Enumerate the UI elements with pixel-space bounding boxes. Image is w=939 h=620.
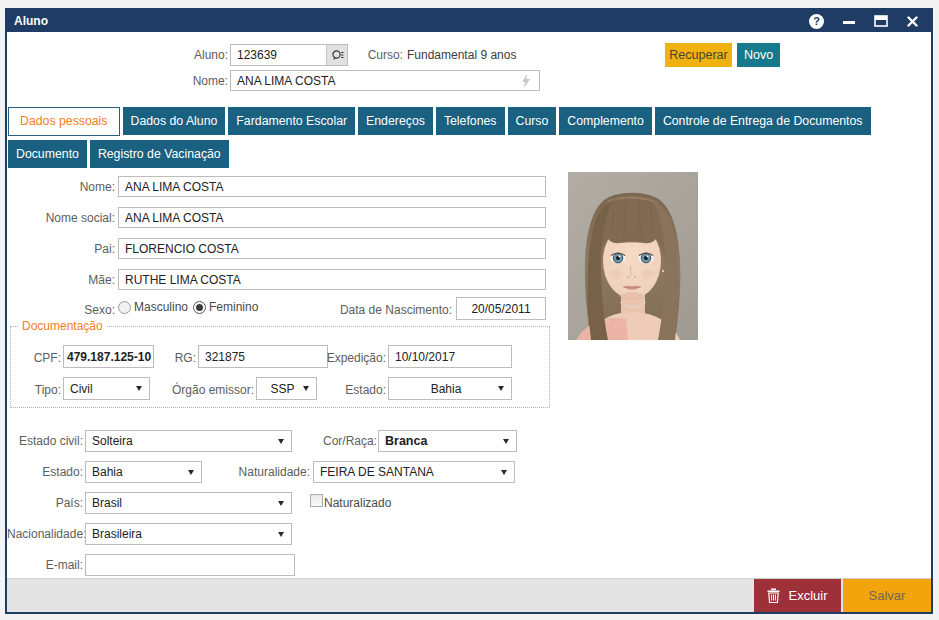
nome-social-label: Nome social: xyxy=(7,211,115,225)
cpf-label: CPF: xyxy=(11,351,61,365)
tab-fardamento-escolar[interactable]: Fardamento Escolar xyxy=(228,107,355,135)
radio-feminino-label: Feminino xyxy=(209,300,258,314)
nacionalidade-select[interactable]: Brasileira xyxy=(85,523,292,545)
naturalizado-checkbox[interactable] xyxy=(310,494,323,507)
trash-icon xyxy=(767,588,780,603)
dropdown-arrow-icon xyxy=(136,386,142,391)
lightning-icon xyxy=(521,74,531,88)
search-icon[interactable] xyxy=(326,45,347,65)
salvar-button[interactable]: Salvar xyxy=(843,579,931,612)
tab-dados-do-aluno[interactable]: Dados do Aluno xyxy=(123,107,226,135)
orgao-emissor-select[interactable]: SSP xyxy=(256,377,317,400)
mae-input[interactable]: RUTHE LIMA COSTA xyxy=(118,269,546,290)
close-icon[interactable] xyxy=(907,16,918,27)
pais-label: País: xyxy=(7,496,83,510)
pais-select[interactable]: Brasil xyxy=(85,492,292,514)
radio-masculino[interactable] xyxy=(118,301,131,314)
radio-masculino-label: Masculino xyxy=(134,300,188,314)
tab-controle-entrega-documentos[interactable]: Controle de Entrega de Documentos xyxy=(655,107,871,135)
email-input[interactable] xyxy=(85,554,295,576)
tab-dados-pessoais[interactable]: Dados pessoais xyxy=(8,107,120,136)
dropdown-arrow-icon xyxy=(501,470,507,475)
sexo-radio-group: Masculino Feminino xyxy=(118,300,258,314)
tab-bar-row1: Dados pessoais Dados do Aluno Fardamento… xyxy=(8,107,874,136)
dropdown-arrow-icon xyxy=(498,386,504,391)
rg-label: RG: xyxy=(141,351,196,365)
estado-label: Estado: xyxy=(7,465,83,479)
expedicao-input[interactable]: 10/10/2017 xyxy=(388,345,512,368)
dropdown-arrow-icon xyxy=(278,532,284,537)
tab-registro-vacinacao[interactable]: Registro de Vacinação xyxy=(90,140,229,168)
documentacao-fieldset: Documentação CPF: 479.187.125-10 RG: 321… xyxy=(10,326,550,408)
naturalizado-label: Naturalizado xyxy=(324,496,391,510)
tab-bar-row2: Documento Registro de Vacinação xyxy=(8,140,232,168)
pai-label: Pai: xyxy=(7,242,115,256)
dropdown-arrow-icon xyxy=(303,386,309,391)
orgao-emissor-label: Órgão emissor: xyxy=(166,383,254,397)
dropdown-arrow-icon xyxy=(503,439,509,444)
estado-select[interactable]: Bahia xyxy=(85,461,202,483)
naturalidade-label: Naturalidade: xyxy=(187,465,310,479)
aluno-window: Aluno ? Aluno: 123639 Curso: Fundamental… xyxy=(5,8,933,614)
dropdown-arrow-icon xyxy=(278,501,284,506)
data-nascimento-label: Data de Nascimento: xyxy=(327,303,452,317)
doc-estado-select[interactable]: Bahia xyxy=(388,377,512,400)
nome-header-label: Nome: xyxy=(147,74,228,88)
novo-button[interactable]: Novo xyxy=(737,43,780,67)
curso-value: Fundamental 9 anos xyxy=(407,48,516,62)
student-photo xyxy=(568,172,698,340)
cor-raca-select[interactable]: Branca xyxy=(378,430,517,452)
documentacao-legend: Documentação xyxy=(18,319,107,333)
sexo-label: Sexo: xyxy=(7,303,115,317)
curso-label: Curso: xyxy=(359,48,403,62)
estado-civil-label: Estado civil: xyxy=(7,434,83,448)
expedicao-label: Expedição: xyxy=(311,351,386,365)
nome-social-input[interactable]: ANA LIMA COSTA xyxy=(118,207,546,228)
pai-input[interactable]: FLORENCIO COSTA xyxy=(118,238,546,259)
window-title: Aluno xyxy=(14,14,48,28)
aluno-input[interactable]: 123639 xyxy=(230,44,348,66)
naturalidade-select[interactable]: FEIRA DE SANTANA xyxy=(313,461,515,483)
cor-raca-label: Cor/Raça: xyxy=(257,434,377,448)
tipo-label: Tipo: xyxy=(11,383,61,397)
tipo-select[interactable]: Civil xyxy=(63,377,150,400)
mae-label: Mãe: xyxy=(7,273,115,287)
footer-bar: Excluir Salvar xyxy=(7,578,931,612)
tab-curso[interactable]: Curso xyxy=(508,107,557,135)
minimize-icon[interactable] xyxy=(843,19,855,24)
data-nascimento-input[interactable]: 20/05/2011 xyxy=(456,297,546,320)
nome-input[interactable]: ANA LIMA COSTA xyxy=(118,176,546,197)
email-label: E-mail: xyxy=(7,558,83,572)
recuperar-button[interactable]: Recuperar xyxy=(665,43,732,67)
nome-label: Nome: xyxy=(7,180,115,194)
aluno-label: Aluno: xyxy=(147,48,228,62)
tab-documento[interactable]: Documento xyxy=(8,140,87,168)
excluir-button[interactable]: Excluir xyxy=(754,579,841,612)
nacionalidade-label: Nacionalidade: xyxy=(7,527,83,541)
tab-enderecos[interactable]: Endereços xyxy=(358,107,433,135)
tab-telefones[interactable]: Telefones xyxy=(436,107,505,135)
doc-estado-label: Estado: xyxy=(311,383,386,397)
title-bar: Aluno ? xyxy=(7,10,931,32)
tab-complemento[interactable]: Complemento xyxy=(559,107,652,135)
nome-header-input[interactable]: ANA LIMA COSTA xyxy=(230,70,540,91)
radio-feminino[interactable] xyxy=(193,301,206,314)
restore-icon[interactable] xyxy=(874,15,888,27)
help-icon[interactable]: ? xyxy=(809,14,824,29)
rg-input[interactable]: 321875 xyxy=(198,345,328,368)
